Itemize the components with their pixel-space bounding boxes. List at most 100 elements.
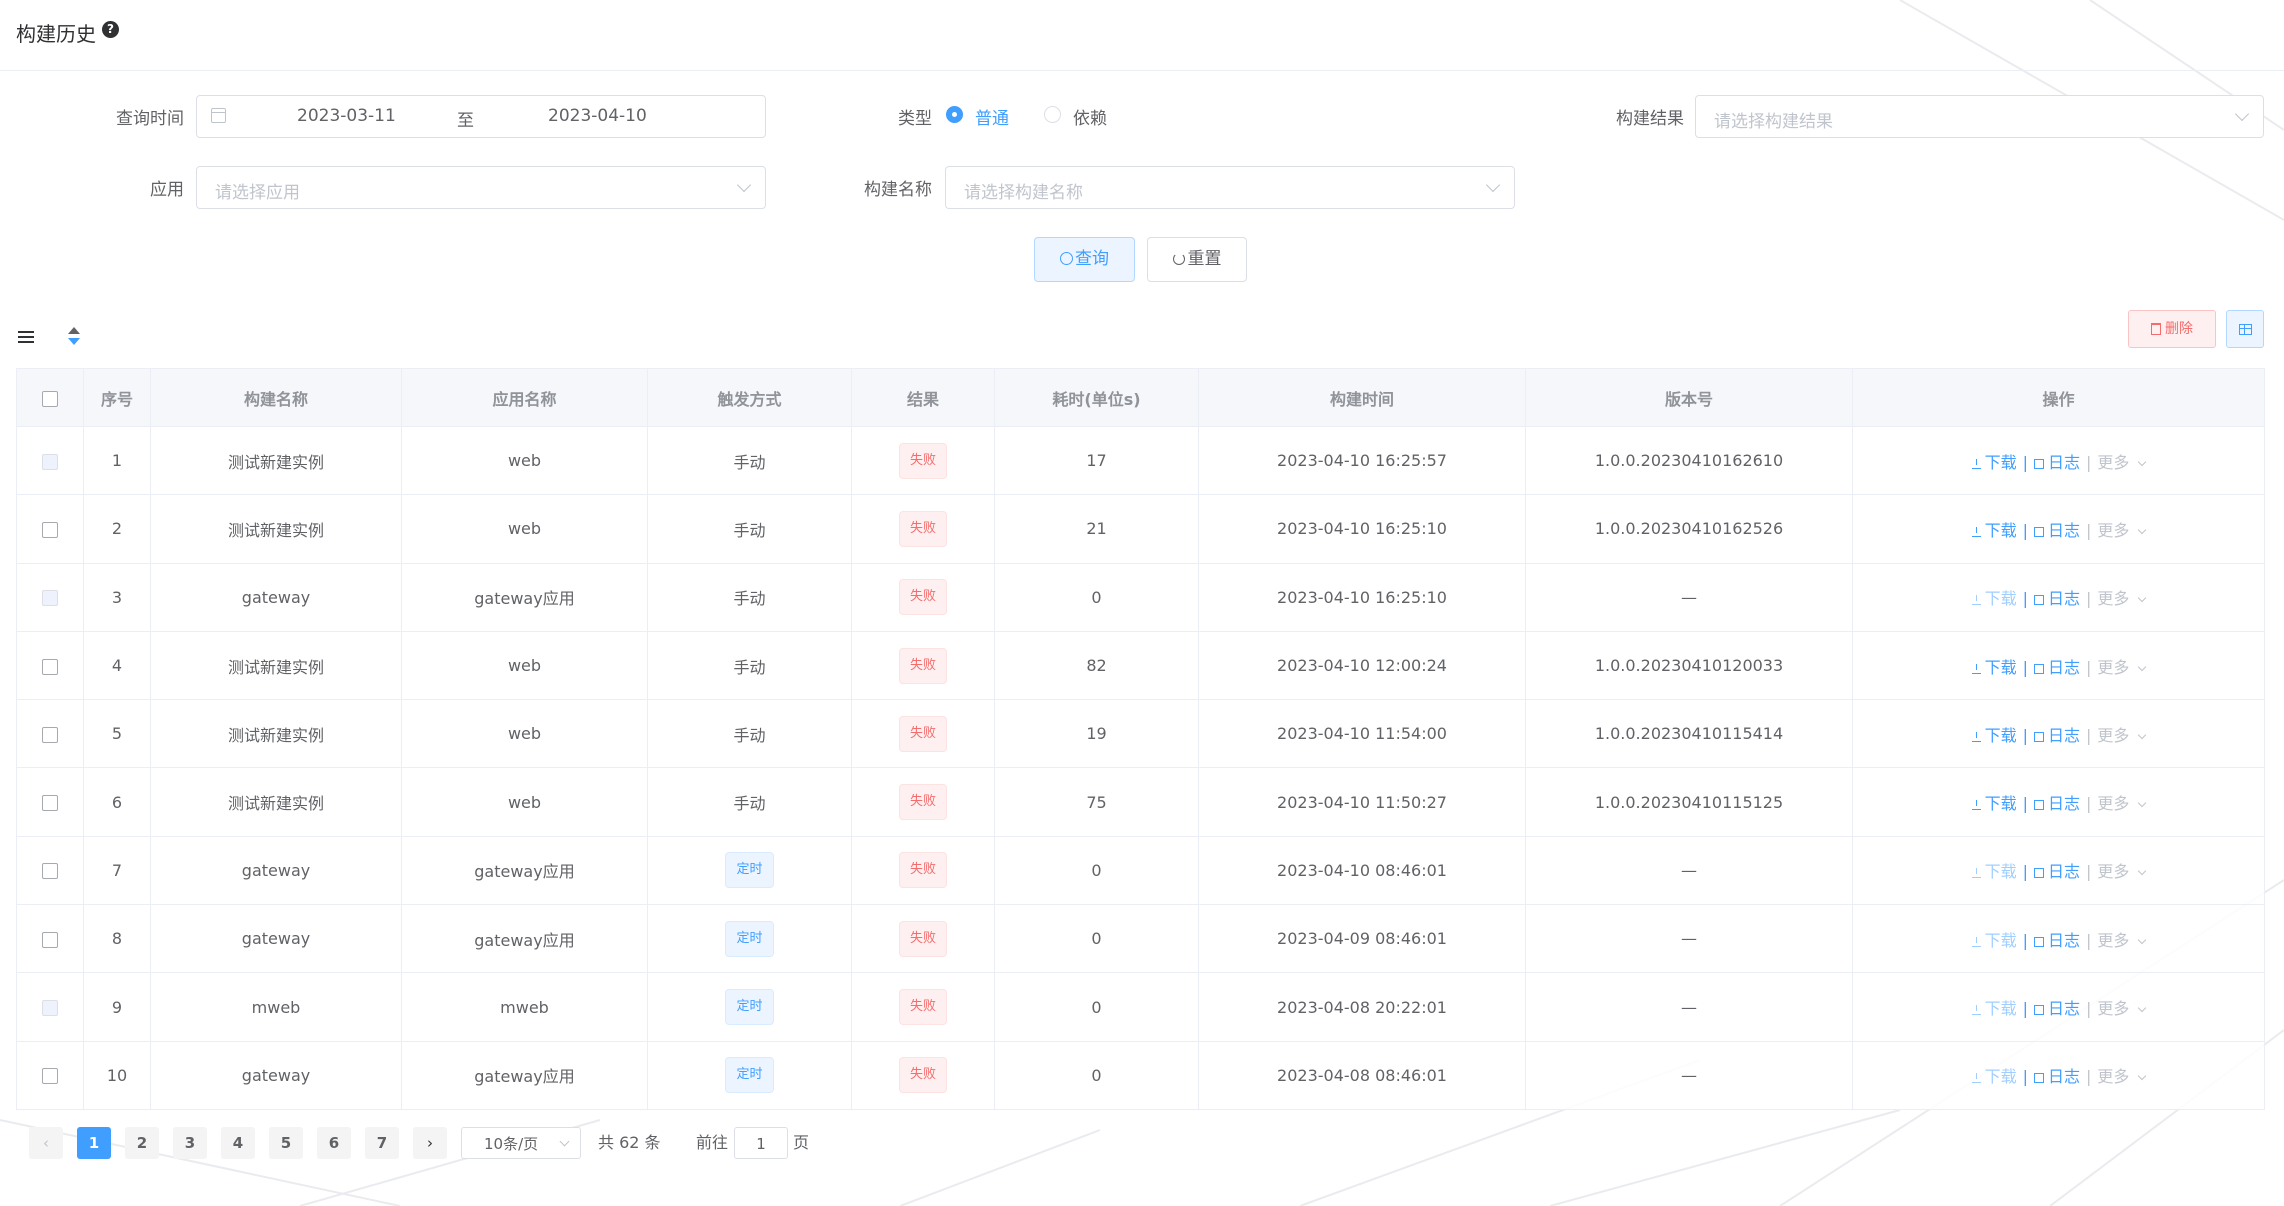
row-checkbox[interactable] xyxy=(42,795,58,812)
row-checkbox[interactable] xyxy=(42,590,58,607)
table-row: 3 gateway gateway应用 手动 失败 0 2023-04-10 1… xyxy=(16,562,2265,632)
download-link[interactable]: 下载 xyxy=(1971,521,2017,540)
download-link[interactable]: 下载 xyxy=(1971,1067,2017,1086)
row-build-time: 2023-04-10 16:25:10 xyxy=(1198,562,1526,632)
log-link[interactable]: 日志 xyxy=(2033,658,2080,677)
row-checkbox[interactable] xyxy=(42,726,58,743)
date-start-input[interactable]: 2023-03-11 xyxy=(297,106,396,126)
row-checkbox[interactable] xyxy=(42,931,58,948)
refresh-icon xyxy=(1172,253,1185,265)
download-link[interactable]: 下载 xyxy=(1971,658,2017,677)
more-label: 更多 xyxy=(2097,862,2130,882)
row-checkbox[interactable] xyxy=(42,1068,58,1085)
row-trigger: 手动 xyxy=(647,699,852,769)
trigger-text: 手动 xyxy=(733,589,766,609)
more-label: 更多 xyxy=(2097,1067,2130,1087)
sort-icon[interactable] xyxy=(68,327,80,347)
download-link[interactable]: 下载 xyxy=(1971,453,2017,472)
log-label: 日志 xyxy=(2047,794,2080,814)
more-dropdown[interactable]: 更多 xyxy=(2097,931,2147,950)
more-dropdown[interactable]: 更多 xyxy=(2097,726,2147,745)
date-range-picker[interactable]: 2023-03-11 至 2023-04-10 xyxy=(196,95,766,138)
build-history-table: 序号 构建名称 应用名称 触发方式 结果 耗时(单位s) 构建时间 版本号 操作… xyxy=(16,368,2265,1110)
page-button-5[interactable]: 5 xyxy=(269,1127,303,1159)
row-select-cell xyxy=(16,630,84,701)
result-tag: 失败 xyxy=(898,1057,947,1094)
row-app-name: web xyxy=(401,699,648,769)
row-checkbox[interactable] xyxy=(42,521,58,538)
row-checkbox[interactable] xyxy=(42,863,58,880)
type-radio-dependency[interactable] xyxy=(1044,106,1061,123)
app-select[interactable]: 请选择应用 xyxy=(196,166,766,209)
help-icon[interactable]: ? xyxy=(102,21,119,38)
delete-button[interactable]: 删除 xyxy=(2128,310,2216,348)
trigger-text: 手动 xyxy=(733,794,766,814)
more-dropdown[interactable]: 更多 xyxy=(2097,862,2147,882)
column-settings-button[interactable] xyxy=(2226,310,2264,348)
row-checkbox[interactable] xyxy=(42,453,58,470)
query-button[interactable]: 查询 xyxy=(1034,237,1135,282)
row-duration: 0 xyxy=(994,972,1199,1042)
log-link[interactable]: 日志 xyxy=(2033,1067,2080,1086)
download-link[interactable]: 下载 xyxy=(1971,794,2017,813)
row-select-cell xyxy=(16,972,84,1042)
divider: | xyxy=(2022,794,2028,814)
page-button-3[interactable]: 3 xyxy=(173,1127,207,1159)
row-actions: 下载 | 日志 | 更多 xyxy=(1852,425,2265,496)
row-version: 1.0.0.20230410115125 xyxy=(1525,767,1853,837)
row-checkbox[interactable] xyxy=(42,1000,58,1017)
download-link[interactable]: 下载 xyxy=(1971,725,2017,745)
calendar-icon xyxy=(2033,1073,2044,1084)
chevron-down-icon xyxy=(2138,1003,2147,1013)
row-app-name: web xyxy=(401,494,648,564)
build-result-select[interactable]: 请选择构建结果 xyxy=(1695,95,2264,138)
select-all-checkbox[interactable] xyxy=(42,390,58,407)
download-link[interactable]: 下载 xyxy=(1971,862,2017,881)
list-menu-icon[interactable] xyxy=(18,331,34,343)
divider: | xyxy=(2086,999,2092,1019)
build-name-select[interactable]: 请选择构建名称 xyxy=(945,166,1515,209)
download-label: 下载 xyxy=(1984,725,2017,745)
type-radio-normal[interactable] xyxy=(946,106,963,123)
divider: | xyxy=(2086,452,2092,472)
row-build-name: gateway xyxy=(150,1040,402,1110)
log-link[interactable]: 日志 xyxy=(2033,999,2080,1018)
more-dropdown[interactable]: 更多 xyxy=(2097,658,2147,677)
page-button-2[interactable]: 2 xyxy=(125,1127,159,1159)
download-link[interactable]: 下载 xyxy=(1971,589,2017,608)
download-label: 下载 xyxy=(1984,930,2017,950)
page-button-1[interactable]: 1 xyxy=(77,1127,111,1159)
log-link[interactable]: 日志 xyxy=(2033,794,2080,814)
type-radio-normal-label[interactable]: 普通 xyxy=(975,104,1009,129)
more-dropdown[interactable]: 更多 xyxy=(2097,1067,2147,1087)
log-link[interactable]: 日志 xyxy=(2033,931,2080,950)
type-radio-dependency-label[interactable]: 依赖 xyxy=(1073,104,1107,129)
date-end-input[interactable]: 2023-04-10 xyxy=(548,106,647,126)
more-dropdown[interactable]: 更多 xyxy=(2097,453,2147,472)
page-button-4[interactable]: 4 xyxy=(221,1127,255,1159)
more-dropdown[interactable]: 更多 xyxy=(2097,999,2147,1018)
page-button-7[interactable]: 7 xyxy=(365,1127,399,1159)
next-page-button[interactable]: › xyxy=(413,1127,447,1159)
chevron-down-icon xyxy=(2138,798,2147,808)
more-dropdown[interactable]: 更多 xyxy=(2097,521,2147,540)
row-select-cell xyxy=(16,1040,84,1110)
log-link[interactable]: 日志 xyxy=(2033,521,2080,540)
log-link[interactable]: 日志 xyxy=(2033,453,2080,472)
log-link[interactable]: 日志 xyxy=(2033,589,2080,608)
download-link[interactable]: 下载 xyxy=(1971,999,2017,1018)
calendar-icon xyxy=(2033,731,2044,742)
row-app-name: web xyxy=(401,767,648,837)
prev-page-button[interactable]: ‹ xyxy=(29,1127,63,1159)
table-row: 7 gateway gateway应用 定时 失败 0 2023-04-10 0… xyxy=(16,835,2265,906)
log-link[interactable]: 日志 xyxy=(2033,726,2080,745)
goto-page-input[interactable]: 1 xyxy=(734,1127,788,1159)
row-checkbox[interactable] xyxy=(42,658,58,675)
log-link[interactable]: 日志 xyxy=(2033,862,2080,881)
more-dropdown[interactable]: 更多 xyxy=(2097,589,2147,608)
download-link[interactable]: 下载 xyxy=(1971,930,2017,950)
reset-button[interactable]: 重置 xyxy=(1147,237,1247,282)
more-dropdown[interactable]: 更多 xyxy=(2097,794,2147,813)
page-button-6[interactable]: 6 xyxy=(317,1127,351,1159)
page-size-select[interactable]: 10条/页 xyxy=(461,1127,581,1159)
